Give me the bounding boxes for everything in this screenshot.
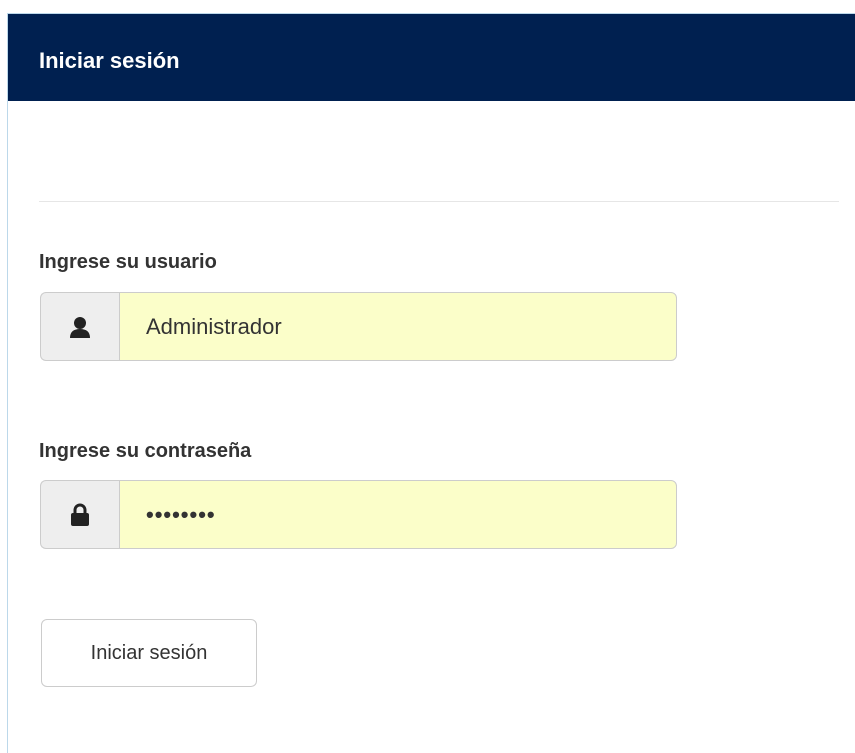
panel-title: Iniciar sesión	[39, 48, 180, 73]
password-input-group	[40, 480, 677, 549]
user-icon	[40, 292, 119, 361]
password-field[interactable]	[119, 480, 677, 549]
username-label: Ingrese su usuario	[39, 251, 217, 273]
login-panel: Iniciar sesión Ingrese su usuario Ingres…	[7, 13, 855, 753]
panel-heading: Iniciar sesión	[8, 14, 855, 101]
lock-icon	[40, 480, 119, 549]
divider	[39, 201, 839, 202]
username-input-group	[40, 292, 677, 361]
login-button[interactable]: Iniciar sesión	[41, 619, 257, 687]
username-field[interactable]	[119, 292, 677, 361]
password-label: Ingrese su contraseña	[39, 440, 252, 462]
